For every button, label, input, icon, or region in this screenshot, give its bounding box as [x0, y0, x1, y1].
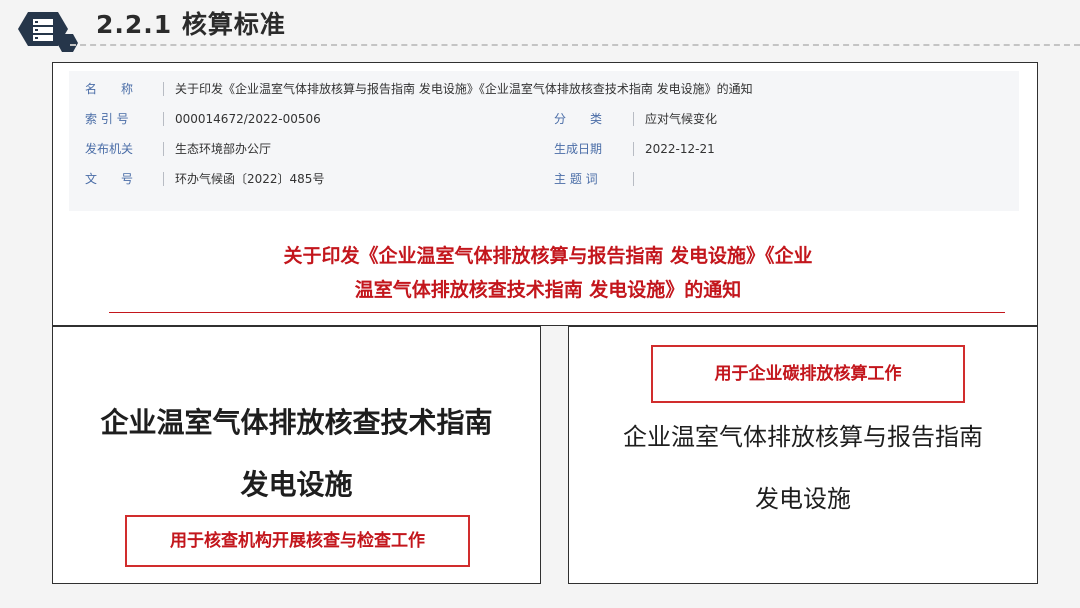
server-stack-icon	[18, 12, 78, 52]
metadata-separator	[163, 142, 164, 156]
metadata-value: 2022-12-21	[645, 142, 715, 156]
metadata-row-issuer: 发布机关 生态环境部办公厅 生成日期 2022-12-21	[69, 135, 1019, 163]
metadata-label: 名 称	[85, 82, 134, 96]
metadata-label: 主 题 词	[554, 172, 598, 186]
metadata-separator	[633, 142, 634, 156]
metadata-row-name: 名 称 关于印发《企业温室气体排放核算与报告指南 发电设施》《企业温室气体排放核…	[69, 75, 1019, 103]
accounting-guide-title: 企业温室气体排放核算与报告指南	[623, 423, 983, 451]
section-title: 2.2.1 核算标准	[96, 10, 286, 39]
document-metadata-table: 名 称 关于印发《企业温室气体排放核算与报告指南 发电设施》《企业温室气体排放核…	[69, 71, 1019, 211]
accounting-usage-tag: 用于企业碳排放核算工作	[651, 345, 965, 403]
metadata-value: 生态环境部办公厅	[175, 142, 272, 156]
metadata-row-doc-number: 文 号 环办气候函〔2022〕485号 主 题 词	[69, 165, 1019, 193]
metadata-separator	[163, 112, 164, 126]
notice-title: 关于印发《企业温室气体排放核算与报告指南 发电设施》《企业 温室气体排放核查技术…	[163, 239, 933, 307]
metadata-row-index: 索 引 号 000014672/2022-00506 分 类 应对气候变化	[69, 105, 1019, 133]
metadata-label: 文 号	[85, 172, 134, 186]
metadata-separator	[163, 172, 164, 186]
metadata-value: 环办气候函〔2022〕485号	[175, 172, 325, 186]
metadata-value: 000014672/2022-00506	[175, 112, 321, 126]
notice-title-underline	[109, 312, 1005, 313]
verification-guide-title: 企业温室气体排放核查技术指南	[100, 406, 493, 439]
metadata-separator	[633, 112, 634, 126]
verification-guide-panel: 企业温室气体排放核查技术指南 发电设施 用于核查机构开展核查与检查工作	[52, 326, 541, 584]
metadata-label: 分 类	[554, 112, 603, 126]
accounting-guide-subtitle: 发电设施	[755, 485, 851, 513]
metadata-separator	[633, 172, 634, 186]
verification-usage-tag: 用于核查机构开展核查与检查工作	[125, 515, 470, 567]
metadata-label: 发布机关	[85, 142, 134, 156]
metadata-label: 索 引 号	[85, 112, 129, 126]
metadata-value: 关于印发《企业温室气体排放核算与报告指南 发电设施》《企业温室气体排放核查技术指…	[175, 82, 753, 96]
header-divider	[70, 44, 1080, 46]
metadata-value: 应对气候变化	[645, 112, 718, 126]
notice-title-line: 温室气体排放核查技术指南 发电设施》的通知	[354, 279, 742, 301]
verification-guide-subtitle: 发电设施	[240, 468, 353, 501]
accounting-guide-panel: 用于企业碳排放核算工作 企业温室气体排放核算与报告指南 发电设施	[568, 326, 1038, 584]
metadata-separator	[163, 82, 164, 96]
metadata-label: 生成日期	[554, 142, 603, 156]
notice-screenshot-panel: 名 称 关于印发《企业温室气体排放核算与报告指南 发电设施》《企业温室气体排放核…	[52, 62, 1038, 326]
notice-title-line: 关于印发《企业温室气体排放核算与报告指南 发电设施》《企业	[283, 245, 813, 267]
